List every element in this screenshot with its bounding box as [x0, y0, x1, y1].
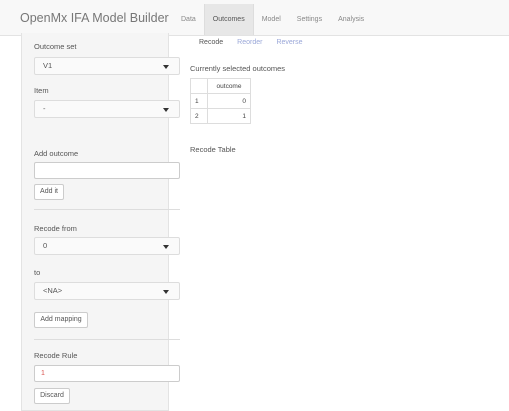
tab-analysis[interactable]: Analysis [330, 4, 372, 35]
to-value: <NA> [43, 286, 63, 295]
table-row: 1 0 [190, 93, 251, 109]
selected-outcomes-title: Currently selected outcomes [190, 64, 286, 73]
to-select[interactable]: <NA> [34, 282, 180, 300]
table-row: 2 1 [190, 108, 251, 124]
subtab-reorder[interactable]: Reorder [230, 36, 269, 52]
to-label: to [34, 268, 41, 277]
caret-down-icon [163, 290, 169, 294]
tab-outcomes[interactable]: Outcomes [203, 4, 254, 35]
table-cell-index: 2 [190, 108, 208, 124]
item-value: - [43, 104, 46, 113]
navbar: OpenMx IFA Model Builder Data Outcomes M… [0, 0, 509, 36]
subtab-recode[interactable]: Recode [192, 36, 230, 52]
table-cell-outcome: 1 [207, 108, 251, 124]
app-title[interactable]: OpenMx IFA Model Builder [20, 11, 169, 25]
discard-button[interactable]: Discard [34, 388, 70, 404]
add-outcome-input[interactable] [34, 162, 180, 179]
item-label: Item [34, 86, 49, 95]
recode-rule-label: Recode Rule [34, 351, 78, 360]
tab-settings[interactable]: Settings [289, 4, 330, 35]
main-nav: Data Outcomes Model Settings Analysis [173, 4, 372, 35]
recode-table-title: Recode Table [190, 145, 236, 154]
subtab-bar: Recode Reorder Reverse [192, 36, 310, 52]
table-cell-index: 1 [190, 93, 208, 109]
recode-from-value: 0 [43, 241, 48, 250]
sidebar-panel: Outcome set V1 Item - Add outcome Add it… [21, 33, 180, 411]
tab-model[interactable]: Model [254, 4, 289, 35]
add-mapping-button[interactable]: Add mapping [34, 312, 88, 328]
outcome-set-select[interactable]: V1 [34, 57, 180, 75]
add-outcome-label: Add outcome [34, 149, 79, 158]
caret-down-icon [163, 65, 169, 69]
add-it-button[interactable]: Add it [34, 184, 64, 200]
outcome-set-value: V1 [43, 61, 53, 70]
subtab-reverse[interactable]: Reverse [269, 36, 309, 52]
recode-from-label: Recode from [34, 224, 77, 233]
recode-rule-input[interactable]: 1 [34, 365, 180, 382]
tab-data[interactable]: Data [173, 4, 204, 35]
table-header-row: outcome [190, 78, 251, 94]
table-cell-outcome: 0 [207, 93, 251, 109]
outcome-set-label: Outcome set [34, 42, 77, 51]
item-select[interactable]: - [34, 100, 180, 118]
recode-from-select[interactable]: 0 [34, 237, 180, 255]
table-header-index [190, 78, 208, 94]
selected-outcomes-table: outcome 1 0 2 1 [190, 78, 251, 124]
divider [34, 339, 180, 340]
divider [34, 209, 180, 210]
caret-down-icon [163, 108, 169, 112]
table-header-outcome: outcome [207, 78, 251, 94]
caret-down-icon [163, 245, 169, 249]
